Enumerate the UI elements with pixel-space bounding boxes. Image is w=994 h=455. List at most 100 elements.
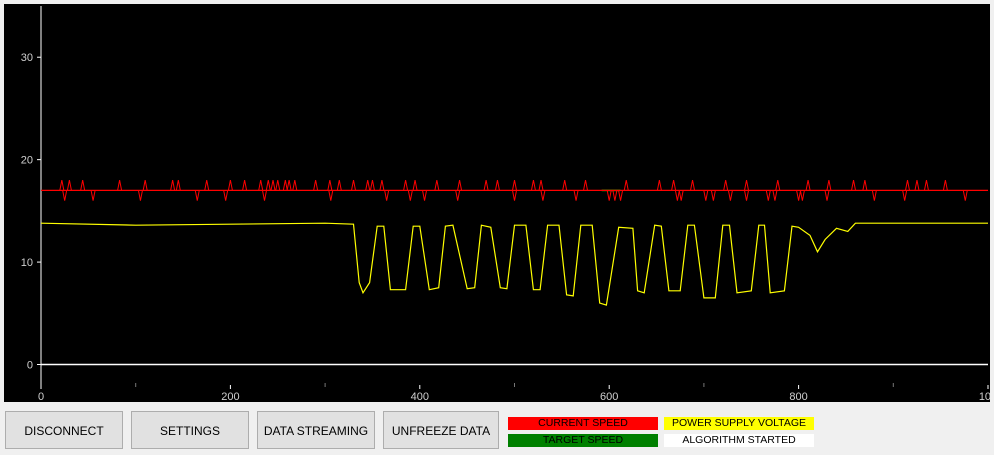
current-speed-spike xyxy=(923,180,929,191)
current-speed-spike xyxy=(824,190,830,201)
current-speed-spike xyxy=(805,180,811,191)
current-speed-spike xyxy=(59,180,65,191)
current-speed-spike xyxy=(612,190,618,201)
y-tick-label: 30 xyxy=(21,52,33,64)
x-tick-label: 600 xyxy=(600,391,618,402)
current-speed-spike xyxy=(227,180,233,191)
legend-power-supply-voltage: POWER SUPPLY VOLTAGE xyxy=(664,417,814,430)
current-speed-spike xyxy=(351,180,357,191)
current-speed-spike xyxy=(379,180,385,191)
current-speed-spike xyxy=(871,190,877,201)
disconnect-button[interactable]: DISCONNECT xyxy=(5,411,123,449)
current-speed-spike xyxy=(457,180,463,191)
legend-target-speed: TARGET SPEED xyxy=(508,434,658,447)
current-speed-spike xyxy=(327,180,333,191)
legend-algorithm-started: ALGORITHM STARTED xyxy=(664,434,814,447)
current-speed-spike xyxy=(194,190,200,201)
current-speed-spike xyxy=(223,190,229,201)
current-speed-spike xyxy=(270,180,276,191)
current-speed-spike xyxy=(674,190,680,201)
current-speed-spike xyxy=(313,180,319,191)
current-speed-spike xyxy=(422,190,428,201)
current-speed-spike xyxy=(175,180,181,191)
current-speed-spike xyxy=(512,180,517,191)
current-speed-spike xyxy=(942,180,948,191)
current-speed-spike xyxy=(703,190,709,201)
current-speed-spike xyxy=(258,180,264,191)
current-speed-spike xyxy=(286,180,292,191)
current-speed-spike xyxy=(412,180,418,191)
current-speed-spike xyxy=(775,180,781,191)
unfreeze-data-button[interactable]: UNFREEZE DATA xyxy=(383,411,499,449)
current-speed-spike xyxy=(744,190,750,201)
current-speed-spike xyxy=(851,180,857,191)
current-speed-spike xyxy=(826,180,832,191)
legend-current-speed: CURRENT SPEED xyxy=(508,417,658,430)
current-speed-spike xyxy=(204,180,210,191)
current-speed-spike xyxy=(905,180,910,191)
current-speed-spike xyxy=(62,190,68,201)
current-speed-spike xyxy=(90,190,96,201)
current-speed-spike xyxy=(623,180,629,191)
current-speed-spike xyxy=(618,190,624,201)
current-speed-spike xyxy=(902,190,908,201)
current-speed-spike xyxy=(678,190,684,201)
current-speed-spike xyxy=(656,180,662,191)
current-speed-spike xyxy=(170,180,176,191)
current-speed-spike xyxy=(862,180,868,191)
current-speed-spike xyxy=(799,190,805,201)
current-speed-spike xyxy=(606,190,612,201)
current-speed-spike xyxy=(384,190,390,201)
current-speed-spike xyxy=(540,190,546,201)
x-tick-label: 800 xyxy=(789,391,807,402)
current-speed-spike xyxy=(403,180,409,191)
current-speed-spike xyxy=(483,180,489,191)
x-tick-label: 100 xyxy=(979,391,990,402)
current-speed-spike xyxy=(407,190,413,201)
current-speed-spike xyxy=(265,180,271,191)
current-speed-spike xyxy=(512,190,517,201)
current-speed-spike xyxy=(671,180,677,191)
current-speed-spike xyxy=(765,190,771,201)
current-speed-spike xyxy=(796,190,802,201)
current-speed-spike xyxy=(723,180,729,191)
current-speed-spike xyxy=(690,180,696,191)
current-speed-spike xyxy=(573,190,579,201)
chart-svg: 0 10 20 30 0 200 400 600 800 100 xyxy=(21,6,990,402)
current-speed-spike xyxy=(962,190,968,201)
current-speed-spike xyxy=(336,180,342,191)
y-tick-label: 10 xyxy=(21,257,33,269)
current-speed-spike xyxy=(66,180,72,191)
current-speed-spike xyxy=(365,180,371,191)
current-speed-spike xyxy=(292,180,298,191)
current-speed-spike xyxy=(710,190,716,201)
current-speed-spike xyxy=(772,190,778,201)
current-speed-spike xyxy=(142,180,148,191)
current-speed-spike xyxy=(538,180,544,191)
x-tick-label: 400 xyxy=(411,391,429,402)
current-speed-spike xyxy=(434,180,440,191)
control-bar: DISCONNECT SETTINGS DATA STREAMING UNFRE… xyxy=(0,405,994,455)
current-speed-spike xyxy=(583,180,589,191)
current-speed-spike xyxy=(369,180,375,191)
x-tick-label: 0 xyxy=(38,391,44,402)
current-speed-spike xyxy=(80,180,86,191)
y-tick-label: 0 xyxy=(27,360,33,372)
current-speed-spike xyxy=(494,180,500,191)
current-speed-spike xyxy=(744,180,750,191)
current-speed-spike xyxy=(914,180,920,191)
current-speed-spike xyxy=(727,190,733,201)
x-tick-label: 200 xyxy=(221,391,239,402)
current-speed-spike xyxy=(117,180,123,191)
current-speed-spike xyxy=(282,180,288,191)
data-streaming-button[interactable]: DATA STREAMING xyxy=(257,411,375,449)
settings-button[interactable]: SETTINGS xyxy=(131,411,249,449)
y-tick-label: 20 xyxy=(21,155,33,167)
current-speed-spike xyxy=(242,180,248,191)
power-supply-voltage-line xyxy=(40,222,988,306)
plot-area: 0 10 20 30 0 200 400 600 800 100 xyxy=(4,4,990,402)
current-speed-spike xyxy=(530,180,536,191)
current-speed-spike xyxy=(262,190,267,201)
current-speed-spike xyxy=(275,180,281,191)
current-speed-spike xyxy=(562,180,568,191)
